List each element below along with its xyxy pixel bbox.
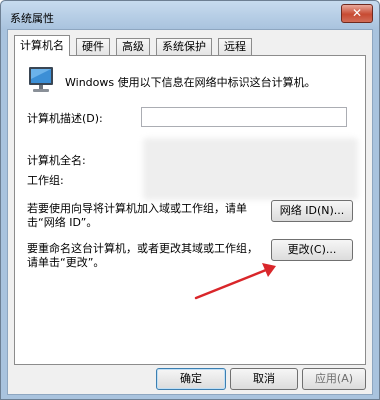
network-id-text-line2: 击“网络 ID”。 — [27, 216, 98, 229]
tab-system-protection[interactable]: 系统保护 — [156, 38, 212, 55]
computer-description-input[interactable] — [141, 107, 347, 127]
close-icon: ✕ — [351, 6, 363, 20]
tab-hardware[interactable]: 硬件 — [76, 38, 110, 55]
cancel-button[interactable]: 取消 — [230, 368, 298, 390]
rename-text-line2: 请单击“更改”。 — [27, 256, 105, 269]
window-title: 系统属性 — [10, 12, 54, 25]
description-label: 计算机描述(D): — [27, 112, 103, 125]
tab-computer-name[interactable]: 计算机名 — [14, 35, 70, 56]
title-bar[interactable]: 系统属性 ✕ — [1, 1, 379, 29]
redacted-name-area — [143, 138, 358, 200]
tab-advanced[interactable]: 高级 — [116, 38, 150, 55]
network-id-button[interactable]: 网络 ID(N)... — [271, 200, 353, 222]
ok-button[interactable]: 确定 — [156, 368, 226, 390]
full-name-label: 计算机全名: — [27, 154, 86, 167]
intro-text: Windows 使用以下信息在网络中标识这台计算机。 — [65, 76, 316, 89]
apply-button[interactable]: 应用(A) — [302, 368, 366, 390]
workgroup-label: 工作组: — [27, 174, 64, 187]
dialog-client-area: 计算机名 硬件 高级 系统保护 远程 Windows 使用以下信息在网络中标识这… — [7, 29, 373, 395]
system-properties-window: 系统属性 ✕ 计算机名 硬件 高级 系统保护 远程 Windows 使用以下信息… — [0, 0, 380, 400]
tab-remote[interactable]: 远程 — [218, 38, 252, 55]
change-button[interactable]: 更改(C)... — [271, 239, 353, 261]
red-arrow-annotation — [194, 263, 276, 300]
computer-icon — [29, 67, 53, 92]
computer-name-panel: Windows 使用以下信息在网络中标识这台计算机。 计算机描述(D): 计算机… — [14, 55, 366, 365]
close-button[interactable]: ✕ — [341, 4, 373, 23]
